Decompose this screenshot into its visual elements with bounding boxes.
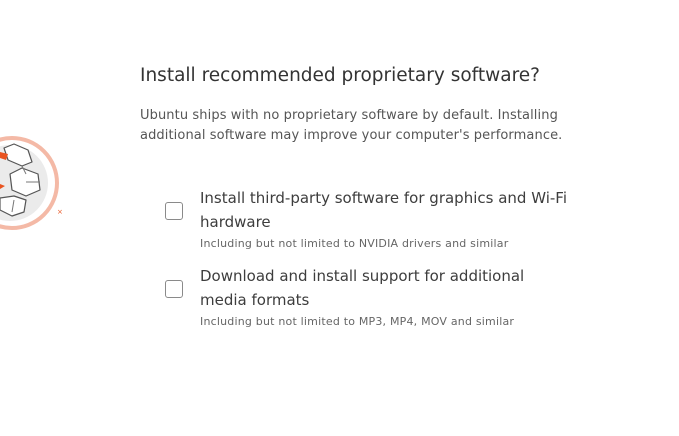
option-media-formats[interactable]: Download and install support for additio… (165, 264, 575, 330)
option-third-party[interactable]: Install third-party software for graphic… (165, 186, 575, 252)
media-formats-checkbox[interactable] (165, 280, 183, 298)
main-content: Install recommended proprietary software… (140, 62, 570, 146)
package-boxes-icon: × (0, 136, 63, 230)
options-list: Install third-party software for graphic… (165, 186, 575, 330)
option-media-formats-text: Download and install support for additio… (200, 264, 570, 330)
page-title: Install recommended proprietary software… (140, 65, 540, 86)
media-formats-label[interactable]: Download and install support for additio… (200, 264, 570, 312)
page-description: Ubuntu ships with no proprietary softwar… (140, 108, 563, 143)
svg-text:×: × (57, 208, 63, 216)
third-party-checkbox[interactable] (165, 202, 183, 220)
option-third-party-text: Install third-party software for graphic… (200, 186, 570, 252)
third-party-subtitle: Including but not limited to NVIDIA driv… (200, 237, 509, 250)
installer-page: × Install recommended proprietary softwa… (0, 0, 679, 436)
media-formats-subtitle: Including but not limited to MP3, MP4, M… (200, 315, 515, 328)
software-illustration: × (0, 126, 70, 236)
third-party-label[interactable]: Install third-party software for graphic… (200, 186, 570, 234)
